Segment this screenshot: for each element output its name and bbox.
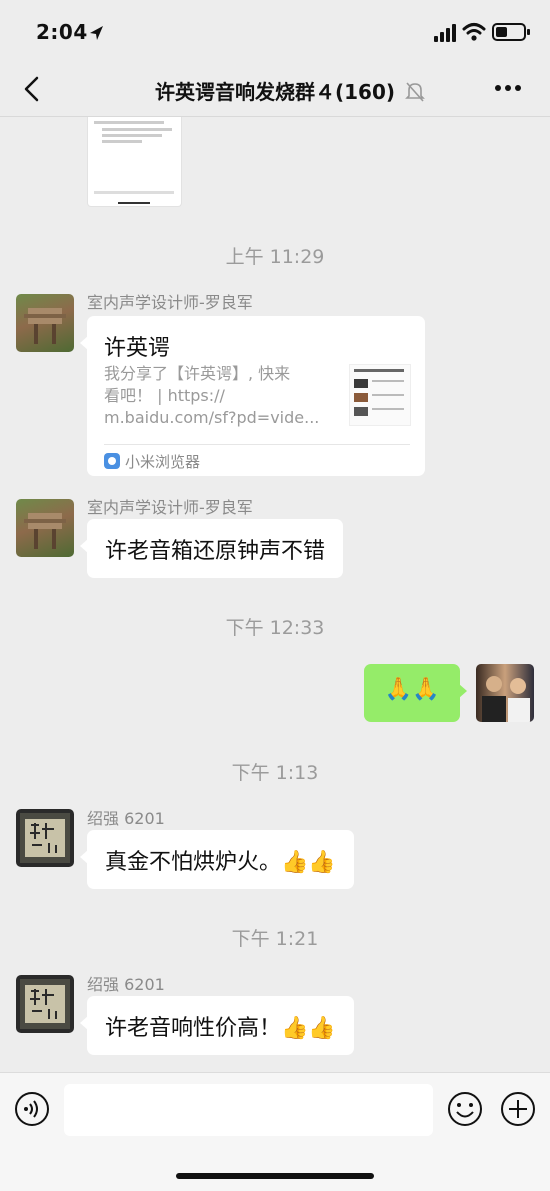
image-message-thumbnail[interactable] [87,117,182,207]
avatar-photo-icon [24,308,66,344]
sender-name: 室内声学设计师-罗良军 [87,293,253,312]
signal-icon [434,24,456,42]
plus-icon[interactable] [500,1091,536,1127]
battery-icon [492,23,530,41]
mi-browser-icon [104,453,120,469]
status-bar: 2:04 [0,0,550,62]
card-description: 我分享了【许英谔】, 快来 看吧！ | https:// m.baidu.com… [104,363,319,429]
location-arrow-icon [90,26,103,40]
avatar-photo-icon [482,676,530,722]
voice-icon[interactable] [14,1091,50,1127]
sender-name: 绍强 6201 [87,809,165,828]
own-avatar[interactable] [476,664,534,722]
timestamp: 下午 1:21 [231,928,319,950]
avatar[interactable] [16,294,74,352]
avatar[interactable] [16,499,74,557]
avatar-calligraphy-icon [20,813,70,863]
card-desc-line: 看吧！ | https:// [104,386,225,405]
avatar-calligraphy-icon [20,979,70,1029]
avatar-photo-icon [24,513,66,549]
card-source: 小米浏览器 [125,453,201,471]
wifi-icon [462,23,486,41]
emoji-icon[interactable] [447,1091,483,1127]
card-title: 许英谔 [104,336,171,361]
avatar[interactable] [16,809,74,867]
chat-title: 许英谔音响发烧群４(160) [154,80,396,104]
message-bubble[interactable]: 真金不怕烘炉火。👍👍 [80,830,354,889]
card-divider [104,444,410,445]
home-indicator[interactable] [176,1173,374,1179]
message-bubble[interactable]: 许老音响性价高！👍👍 [80,996,354,1055]
message-bubble[interactable]: 许老音箱还原钟声不错 [79,519,344,578]
bell-muted-icon [405,82,425,102]
more-dots-icon[interactable] [494,84,522,92]
status-time: 2:04 [36,20,88,44]
sender-name: 室内声学设计师-罗良军 [87,498,253,517]
chat-messages[interactable]: 上午 11:29 室内声学设计师-罗良军 许英谔 我分享了【许英谔】, 快来 看… [0,117,550,1072]
timestamp: 上午 11:29 [225,246,325,268]
own-message-bubble[interactable]: 🙏🙏 [364,664,467,722]
card-desc-line: m.baidu.com/sf?pd=vide... [104,408,320,427]
message-input[interactable] [64,1084,433,1136]
sender-name: 绍强 6201 [87,975,165,994]
card-desc-line: 我分享了【许英谔】, 快来 [104,364,291,383]
link-share-card[interactable]: 许英谔 我分享了【许英谔】, 快来 看吧！ | https:// m.baidu… [80,316,425,476]
timestamp: 下午 12:33 [225,617,325,639]
timestamp: 下午 1:13 [231,762,319,784]
chat-header: 许英谔音响发烧群４(160) [0,62,550,117]
card-thumbnail [349,364,411,426]
avatar[interactable] [16,975,74,1033]
